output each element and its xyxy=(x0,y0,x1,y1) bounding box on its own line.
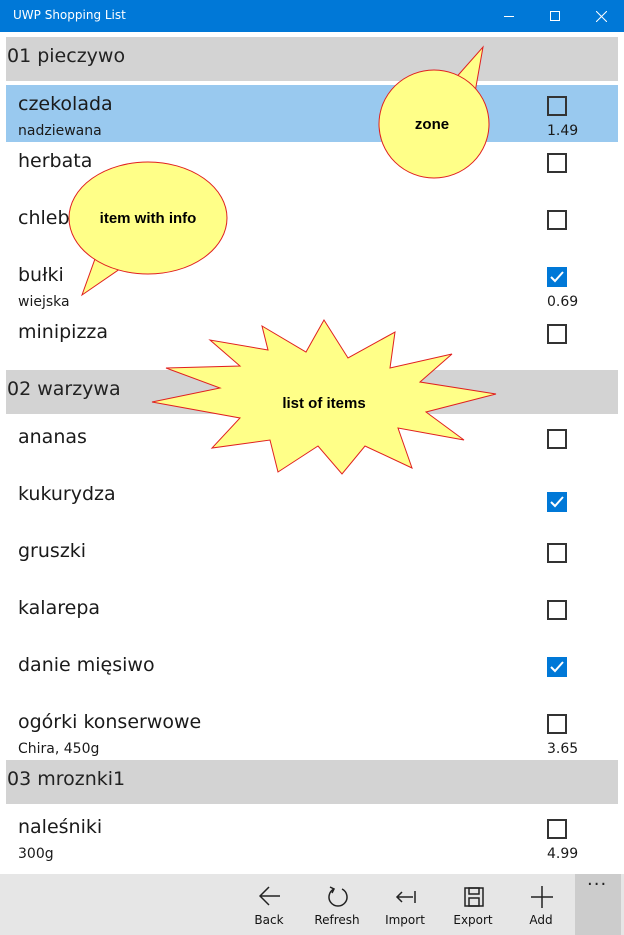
command-bar: Back Refresh Import Export Add ··· xyxy=(0,874,624,935)
export-button[interactable]: Export xyxy=(439,874,507,935)
callout-list-of-items-text: list of items xyxy=(282,395,365,412)
add-label: Add xyxy=(529,913,553,927)
more-button[interactable]: ··· xyxy=(575,874,621,935)
save-icon xyxy=(464,887,484,907)
callout-item-info: item with info xyxy=(68,161,228,297)
back-label: Back xyxy=(254,913,284,927)
callout-item-info-text: item with info xyxy=(100,210,197,227)
refresh-icon xyxy=(328,886,348,907)
back-button[interactable]: Back xyxy=(235,874,303,935)
back-arrow-icon xyxy=(259,886,280,906)
plus-icon xyxy=(531,886,553,908)
annotation-overlay: zone item with info list of items xyxy=(68,45,497,475)
import-button[interactable]: Import xyxy=(371,874,439,935)
import-label: Import xyxy=(385,913,425,927)
import-icon xyxy=(395,891,416,903)
refresh-label: Refresh xyxy=(314,913,360,927)
callout-zone: zone xyxy=(378,45,490,179)
callout-list-of-items: list of items xyxy=(151,319,497,475)
more-icon: ··· xyxy=(587,874,608,895)
add-button[interactable]: Add xyxy=(507,874,575,935)
refresh-button[interactable]: Refresh xyxy=(303,874,371,935)
callout-zone-text: zone xyxy=(415,116,449,133)
export-label: Export xyxy=(453,913,493,927)
